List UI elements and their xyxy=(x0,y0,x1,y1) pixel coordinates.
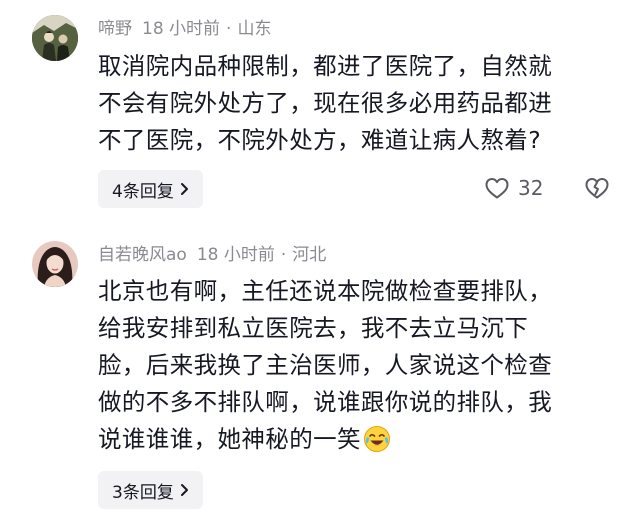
view-replies-button[interactable]: 3条回复 xyxy=(98,471,203,509)
comment-text: 取消院内品种限制，都进了医院了，自然就 不会有院外处方了，现在很多必用药品都进 … xyxy=(98,48,618,159)
separator-dot: · xyxy=(280,245,287,265)
avatar-dark-photo-icon xyxy=(32,15,78,61)
separator-dot: · xyxy=(226,19,232,39)
comment-line: 北京也有啊，主任还说本院做检查要排队， xyxy=(98,277,553,305)
avatar-woman-photo-icon xyxy=(32,241,78,287)
comment-text: 北京也有啊，主任还说本院做检查要排队， 给我安排到私立医院去，我不去立马沉下 脸… xyxy=(98,273,618,464)
view-replies-button[interactable]: 4条回复 xyxy=(98,170,203,208)
comment-line: 说谁谁谁，她神秘的一笑 xyxy=(98,425,361,453)
broken-heart-icon xyxy=(584,176,610,200)
comment-line: 不会有院外处方了，现在很多必用药品都进 xyxy=(98,89,553,117)
comment-item-1: 啼野 18 小时前 · 山东 取消院内品种限制，都进了医院了，自然就 不会有院外处方了… xyxy=(0,0,640,226)
comment-line-with-emoji: 说谁谁谁，她神秘的一笑 xyxy=(98,421,618,464)
like-button[interactable]: 32 xyxy=(484,176,543,200)
comment-line: 取消院内品种限制，都进了医院了，自然就 xyxy=(98,52,553,80)
comment-line: 不了医院，不院外处方，难道让病人熬着? xyxy=(98,126,542,154)
avatar[interactable] xyxy=(32,15,78,61)
comment-item-2: 自若晚风ao 18 小时前 · 河北 北京也有啊，主任还说本院做检查要排队， 给我安排… xyxy=(0,226,640,524)
replies-label: 4条回复 xyxy=(112,181,174,202)
location: 山东 xyxy=(237,19,272,39)
comment-line: 脸，后来我换了主治医师，人家说这个检查 xyxy=(98,351,553,379)
location: 河北 xyxy=(292,245,327,265)
username[interactable]: 啼野 xyxy=(98,19,132,39)
laugh-cry-emoji-icon xyxy=(363,425,391,464)
timestamp: 18 小时前 xyxy=(196,245,275,265)
replies-label: 3条回复 xyxy=(112,482,174,503)
avatar[interactable] xyxy=(32,241,78,287)
chevron-right-icon xyxy=(180,483,189,497)
chevron-right-icon xyxy=(180,182,189,196)
timestamp: 18 小时前 xyxy=(142,19,221,39)
heart-outline-icon xyxy=(484,176,510,200)
comment-line: 做的不多不排队啊，说谁跟你说的排队，我 xyxy=(98,388,553,416)
comment-meta: 自若晚风ao 18 小时前 · 河北 xyxy=(98,243,326,267)
like-count: 32 xyxy=(518,176,544,200)
dislike-button[interactable] xyxy=(584,176,610,204)
comment-line: 给我安排到私立医院去，我不去立马沉下 xyxy=(98,314,529,342)
comment-meta: 啼野 18 小时前 · 山东 xyxy=(98,17,271,41)
username[interactable]: 自若晚风ao xyxy=(98,245,187,265)
